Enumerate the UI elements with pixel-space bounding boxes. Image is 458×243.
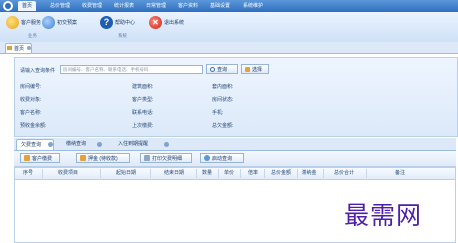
users-icon	[42, 15, 55, 29]
tab-arrears-close-icon[interactable]	[48, 142, 53, 147]
field-phone: 联系电话:	[132, 110, 154, 116]
column-divider[interactable]	[150, 169, 151, 178]
customer-service-label: 客户服务	[21, 19, 42, 26]
customer-payment-button[interactable]: 客户缴费	[20, 153, 60, 163]
deposit-icon	[80, 155, 86, 161]
col-start-date[interactable]: 起始日期	[104, 168, 148, 179]
initial-plan-button[interactable]: 初交预案	[42, 15, 77, 29]
user-icon	[6, 15, 19, 29]
tab-checkin-reminder[interactable]: 入住到期提醒	[114, 139, 170, 150]
col-index[interactable]: 序号	[16, 168, 40, 179]
col-end-date[interactable]: 结束日期	[152, 168, 196, 179]
column-divider[interactable]	[366, 169, 367, 178]
printer-icon	[144, 155, 150, 161]
menu-item-reports[interactable]: 统计报表	[112, 1, 136, 11]
print-arrears-label: 打印欠费明细	[152, 155, 183, 162]
query-label: 请输入查询条件	[20, 68, 56, 74]
col-rate[interactable]: 倍率	[244, 168, 262, 179]
column-divider[interactable]	[100, 169, 101, 178]
field-room-status: 房间状态:	[212, 97, 234, 103]
page-tab-strip	[0, 42, 458, 54]
menu-item-price[interactable]: 总价管理	[48, 1, 72, 11]
column-divider[interactable]	[218, 169, 219, 178]
customer-payment-label: 客户缴费	[32, 155, 53, 162]
tab-payment-query[interactable]: 缴纳查询	[62, 139, 102, 150]
column-divider[interactable]	[240, 169, 241, 178]
print-arrears-button[interactable]: 打印欠费明细	[140, 153, 192, 163]
search-icon	[204, 155, 210, 161]
field-inner-area: 套内面积:	[212, 84, 234, 90]
home-icon	[7, 46, 12, 50]
field-prepaid-balance: 预收金余额:	[20, 123, 47, 129]
close-icon: ✕	[149, 15, 162, 29]
menu-item-settings[interactable]: 基础设置	[208, 1, 232, 11]
deposit-label: 押金 (待收款)	[88, 155, 118, 162]
col-remarks[interactable]: 备注	[380, 168, 420, 179]
col-quantity[interactable]: 数量	[198, 168, 216, 179]
col-charge-item[interactable]: 收费项目	[46, 168, 90, 179]
start-query-button[interactable]: 启动查询	[200, 153, 244, 163]
exit-system-button[interactable]: ✕ 退出系统	[149, 15, 184, 29]
tab-home-label: 首页	[14, 46, 25, 52]
field-customer-name: 客户名称:	[20, 110, 42, 116]
initial-plan-label: 初交预案	[57, 19, 78, 26]
payment-icon	[24, 155, 30, 161]
menu-item-customers[interactable]: 客户资料	[176, 1, 200, 11]
help-icon: ?	[100, 15, 113, 29]
col-unit-price[interactable]: 单价	[220, 168, 238, 179]
column-divider[interactable]	[42, 169, 43, 178]
col-total-sum[interactable]: 总价合计	[326, 168, 362, 179]
menu-item-daily[interactable]: 日常管理	[144, 1, 168, 11]
tab-close-icon[interactable]	[27, 46, 31, 50]
watermark-logo: 最需网	[344, 201, 423, 230]
start-query-label: 启动查询	[212, 155, 233, 162]
help-center-button[interactable]: ? 帮助中心	[100, 15, 135, 29]
exit-system-label: 退出系统	[164, 19, 185, 26]
tab-checkin-close-icon[interactable]	[164, 142, 169, 147]
menu-item-home[interactable]: 首页	[18, 1, 36, 11]
menu-item-maintenance[interactable]: 系统维护	[240, 1, 266, 11]
col-late-fee[interactable]: 滞纳金	[298, 168, 320, 179]
query-input[interactable]: 房间编号、客户名称、联系电话、手机号码	[60, 65, 203, 74]
customer-service-button[interactable]: 客户服务	[6, 15, 41, 29]
col-total-amount[interactable]: 总价金额	[266, 168, 296, 179]
column-divider[interactable]	[264, 169, 265, 178]
app-logo-icon	[3, 1, 13, 11]
field-total-arrears: 总欠金额:	[212, 123, 234, 129]
select-icon	[245, 66, 250, 72]
field-room-no: 房间编号:	[20, 84, 42, 90]
toolbar-group-business: 业务	[28, 33, 37, 38]
toolbar-group-system: 系统	[118, 33, 127, 38]
column-divider[interactable]	[323, 169, 324, 178]
column-divider[interactable]	[196, 169, 197, 178]
column-divider[interactable]	[297, 169, 298, 178]
deposit-button[interactable]: 押金 (待收款)	[76, 153, 130, 163]
field-building-area: 建筑面积:	[132, 84, 154, 90]
menu-item-billing[interactable]: 收费管理	[80, 1, 104, 11]
tab-payment-close-icon[interactable]	[97, 142, 102, 147]
search-icon	[210, 66, 215, 72]
help-center-label: 帮助中心	[115, 19, 136, 26]
field-last-payment: 上次缴费:	[132, 123, 154, 129]
field-customer-type: 客户类型:	[132, 97, 154, 103]
field-mobile: 手机:	[212, 110, 224, 116]
select-button[interactable]: 选择	[241, 64, 269, 74]
search-button-label: 查询	[217, 66, 228, 73]
search-button[interactable]: 查询	[206, 64, 238, 74]
field-charge-target: 收费对象:	[20, 97, 42, 103]
select-button-label: 选择	[252, 66, 263, 73]
